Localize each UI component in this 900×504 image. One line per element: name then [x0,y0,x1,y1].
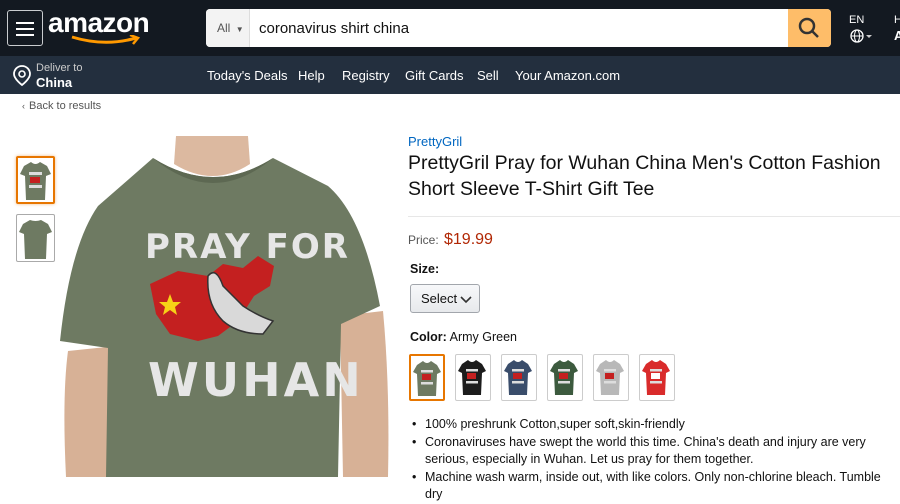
globe-icon [850,29,872,43]
menu-icon [16,22,34,24]
deliver-label: Deliver to [36,62,83,74]
product-main-image[interactable]: PRAY FOR WUHAN [58,136,393,477]
shirt-swatch-image [504,360,532,395]
shirt-swatch-image [550,360,578,395]
thumbnail-back[interactable] [16,214,55,262]
price-label: Price: [408,233,439,247]
search-input[interactable] [250,9,788,47]
deliver-to-location[interactable]: Deliver to China [12,60,122,92]
color-swatch[interactable] [455,354,491,401]
bullet-item: 100% preshrunk Cotton,super soft,skin-fr… [412,416,900,434]
product-title: PrettyGril Pray for Wuhan China Men's Co… [408,152,881,200]
color-swatch[interactable] [409,354,445,401]
account-line-2: A [894,28,900,43]
shirt-text-top: PRAY FOR [145,227,350,267]
neck-skin [174,136,250,176]
size-dropdown[interactable]: Select [410,284,480,313]
feature-bullets: 100% preshrunk Cotton,super soft,skin-fr… [412,416,900,504]
location-pin-icon [13,65,31,87]
nav-todays-deals[interactable]: Today's Deals [207,68,288,83]
caret-down-icon: ▼ [235,25,244,34]
department-label: All [217,21,231,35]
account-link[interactable]: H A [894,14,900,43]
color-label-row: Color: Army Green [410,330,517,344]
color-swatch[interactable] [547,354,583,401]
chevron-left-icon: ‹ [22,101,25,111]
back-to-results-link[interactable]: ‹ Back to results [22,100,101,112]
shirt-thumbnail-image [20,162,51,200]
deliver-location: China [36,75,73,90]
search-button[interactable] [788,9,831,47]
chevron-down-icon [460,296,472,304]
size-label: Size: [410,262,440,276]
nav-gift-cards[interactable]: Gift Cards [405,68,464,83]
bullet-item: Coronaviruses have swept the world this … [412,434,900,469]
language-label: EN [849,14,865,26]
color-label: Color: [410,330,447,344]
price-value: $19.99 [444,231,493,248]
color-swatch[interactable] [639,354,675,401]
nav-registry[interactable]: Registry [342,68,390,83]
menu-icon-bar [16,34,34,36]
account-line-1: H [894,14,900,26]
shirt-swatch-image [413,361,441,396]
search-bar: All ▼ [206,9,831,47]
nav-sell[interactable]: Sell [477,68,499,83]
hamburger-menu-button[interactable] [7,10,43,46]
search-department-dropdown[interactable]: All ▼ [206,9,250,47]
color-value: Army Green [449,330,517,344]
bullet-item: Machine wash warm, inside out, with like… [412,469,900,504]
thumbnail-front[interactable] [16,156,55,204]
color-swatch[interactable] [501,354,537,401]
back-label: Back to results [29,100,102,112]
nav-help[interactable]: Help [298,68,325,83]
shirt-text-bottom: WUHAN [148,353,364,407]
logo-text: amazon [48,7,150,38]
divider [408,216,900,217]
menu-icon-bar [16,28,34,30]
shirt-back-thumbnail-image [19,220,52,259]
amazon-logo[interactable]: amazon [48,7,150,45]
shirt-swatch-image [458,360,486,395]
shirt-swatch-image [642,360,670,395]
shirt-swatch-image [596,360,624,395]
color-swatch[interactable] [593,354,629,401]
brand-link[interactable]: PrettyGril [408,134,462,149]
search-icon [798,17,819,38]
size-select-value: Select [421,291,458,306]
language-selector[interactable]: EN [849,14,873,46]
nav-your-amazon[interactable]: Your Amazon.com [515,68,620,83]
smile-arrow-icon [71,35,140,45]
